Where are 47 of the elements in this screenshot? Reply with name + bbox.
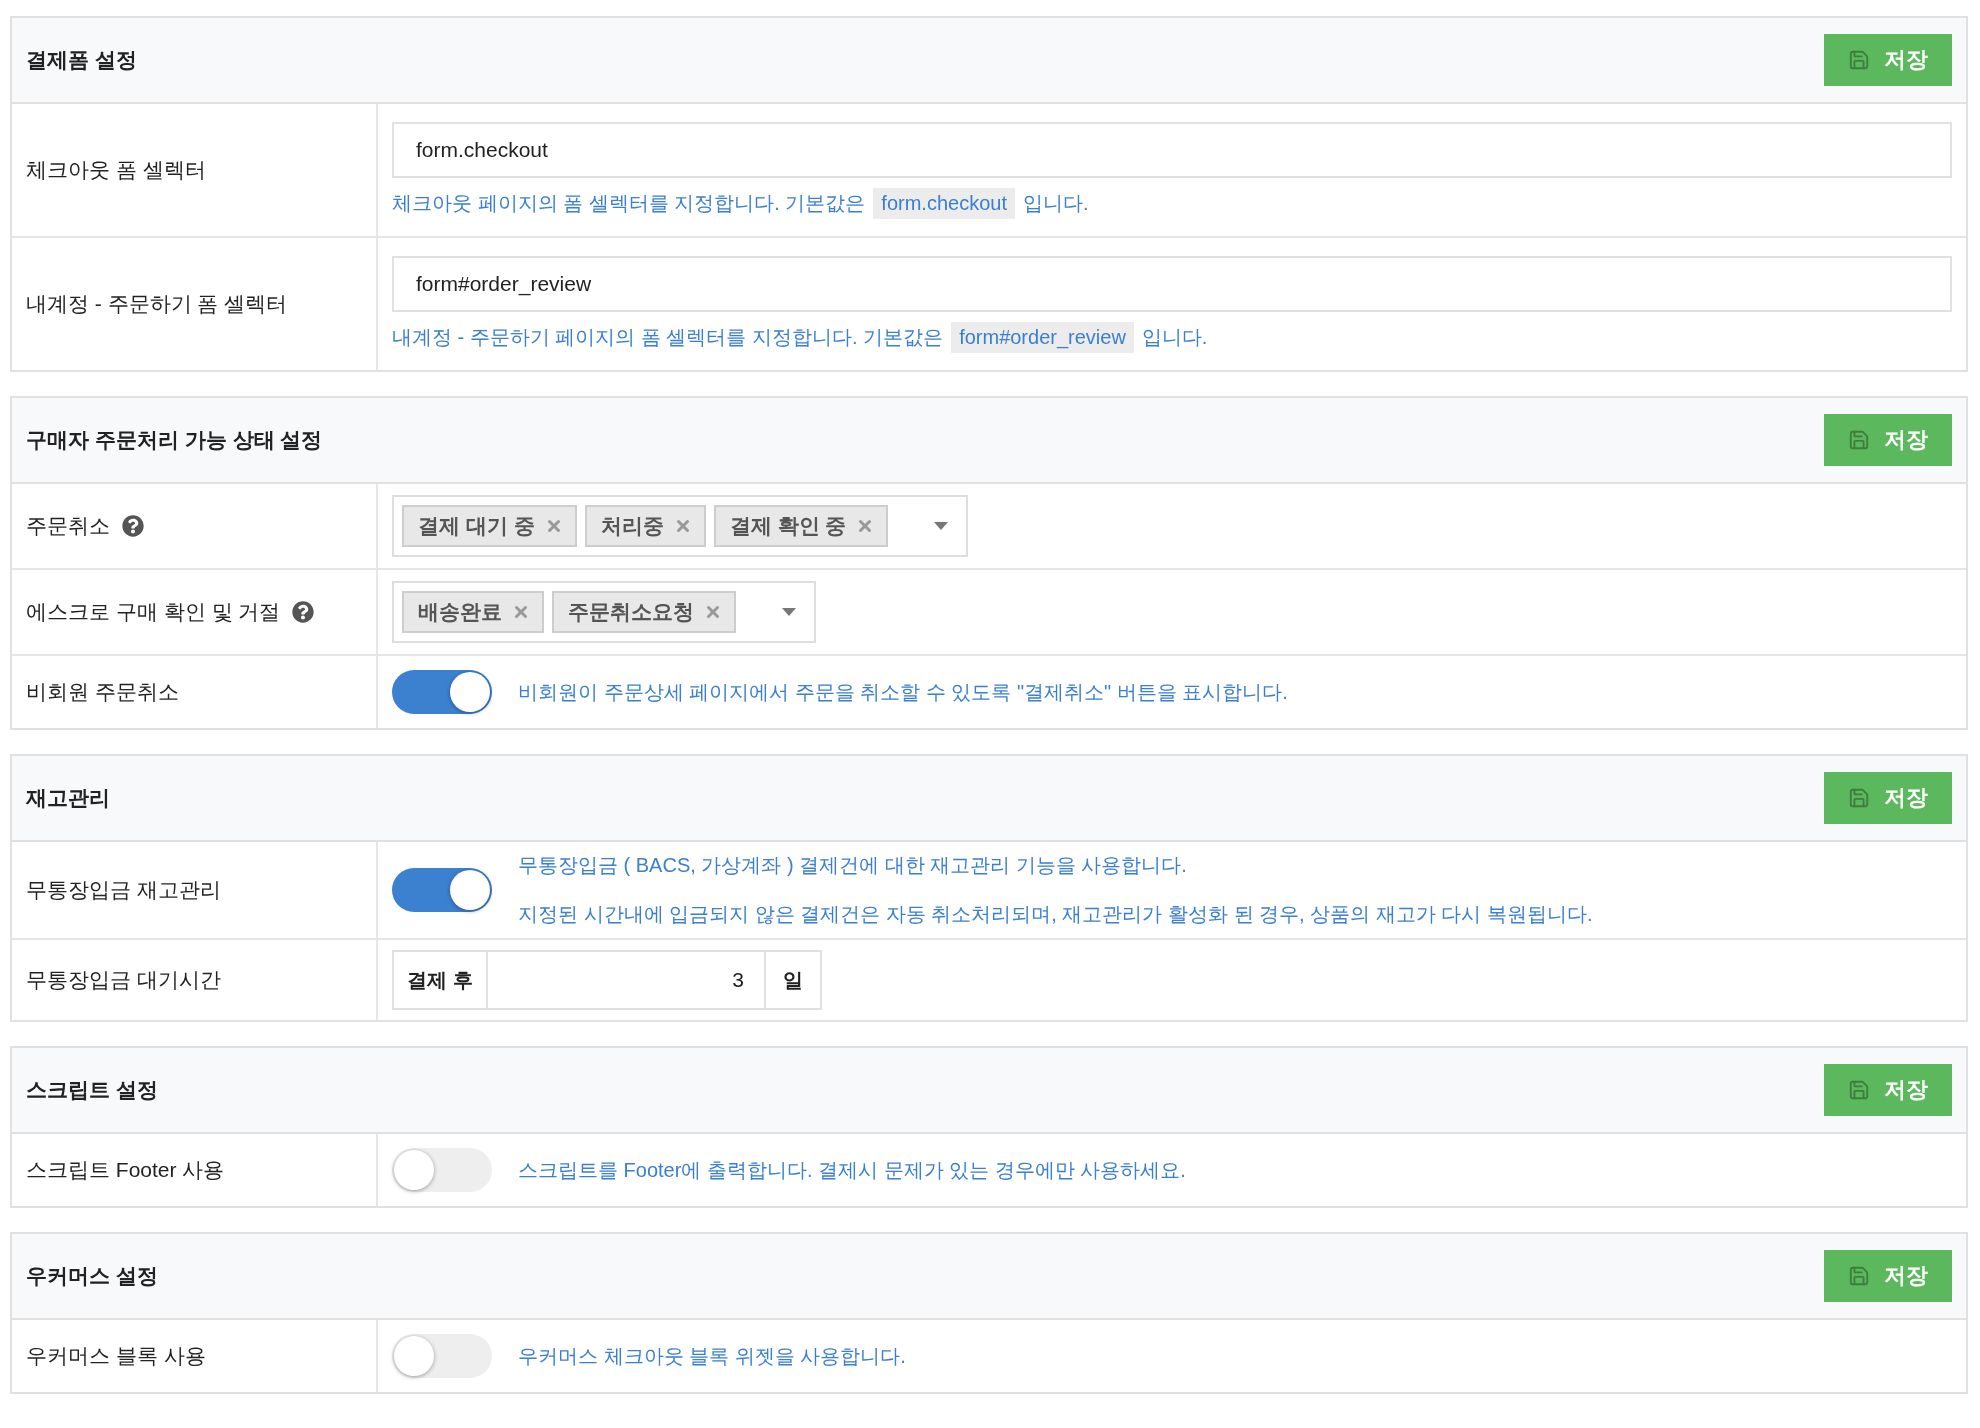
field-label: 무통장입금 대기시간 — [26, 967, 221, 993]
tag-chip: 결제 대기 중 — [402, 505, 577, 547]
panel-title: 우커머스 설정 — [26, 1263, 158, 1289]
prefix-label: 결제 후 — [392, 950, 488, 1010]
tag-chip: 결제 확인 중 — [713, 505, 889, 547]
tag-chip: 주문취소요청 — [552, 591, 736, 633]
code-snippet: form.checkout — [873, 187, 1015, 219]
toggle-switch[interactable] — [392, 1148, 492, 1192]
hint-text: 체크아웃 페이지의 폼 셀렉터를 지정합니다. 기본값은 — [392, 190, 866, 216]
field-label: 내계정 - 주문하기 폼 셀렉터 — [26, 291, 288, 317]
panel-title: 구매자 주문처리 가능 상태 설정 — [26, 427, 323, 453]
remove-icon[interactable] — [512, 603, 530, 621]
text-input[interactable]: form.checkout — [392, 121, 1952, 178]
field-label: 스크립트 Footer 사용 — [26, 1157, 225, 1183]
description-text: 우커머스 체크아웃 블록 위젯을 사용합니다. — [518, 1343, 906, 1369]
help-icon[interactable] — [122, 515, 144, 537]
hint-text: 입니다. — [1141, 324, 1208, 350]
code-snippet: form#order_review — [951, 321, 1134, 353]
toggle-switch[interactable] — [392, 1334, 492, 1378]
toggle-switch[interactable] — [392, 868, 492, 912]
hint-text: 내계정 - 주문하기 페이지의 폼 셀렉터를 지정합니다. 기본값은 — [392, 324, 944, 350]
text-input[interactable]: form#order_review — [392, 255, 1952, 312]
field-label: 비회원 주문취소 — [26, 679, 179, 705]
description-text: 무통장입금 ( BACS, 가상계좌 ) 결제건에 대한 재고관리 기능을 사용합니다. — [518, 853, 1188, 878]
description-text: 스크립트를 Footer에 출력합니다. 결제시 문제가 있는 경우에만 사용하세요. — [518, 1157, 1186, 1183]
remove-icon[interactable] — [704, 603, 722, 621]
panel-title: 재고관리 — [26, 785, 110, 811]
field-label: 무통장입금 재고관리 — [26, 877, 221, 903]
field-label: 우커머스 블록 사용 — [26, 1343, 206, 1369]
field-label: 체크아웃 폼 셀렉터 — [26, 157, 206, 183]
toggle-switch[interactable] — [392, 670, 492, 714]
help-icon[interactable] — [292, 601, 315, 623]
description-text: 지정된 시간내에 입금되지 않은 결제건은 자동 취소처리되며, 재고관리가 활성화 된 경우, 상품의 재고가 다시 복원됩니다. — [518, 902, 1593, 927]
multi-select-field[interactable]: 배송완료 주문취소요청 — [392, 581, 816, 643]
tag-chip: 배송완료 — [402, 591, 544, 633]
description-text: 비회원이 주문상세 페이지에서 주문을 취소할 수 있도록 "결제취소" 버튼을 표시합니다. — [518, 679, 1288, 705]
suffix-label: 일 — [764, 950, 822, 1010]
panel-title: 결제폼 설정 — [26, 47, 137, 73]
tag-chip: 처리중 — [584, 505, 706, 547]
number-input[interactable]: 3 — [488, 950, 764, 1010]
field-label: 주문취소 — [26, 513, 110, 539]
multi-select-field[interactable]: 결제 대기 중 처리중 결제 확인 중 — [392, 495, 969, 557]
dropdown-caret-icon[interactable] — [782, 608, 796, 616]
panel-title: 스크립트 설정 — [26, 1077, 158, 1103]
field-label: 에스크로 구매 확인 및 거절 — [26, 599, 281, 625]
dropdown-caret-icon[interactable] — [934, 522, 949, 530]
hint-text: 입니다. — [1022, 190, 1089, 216]
